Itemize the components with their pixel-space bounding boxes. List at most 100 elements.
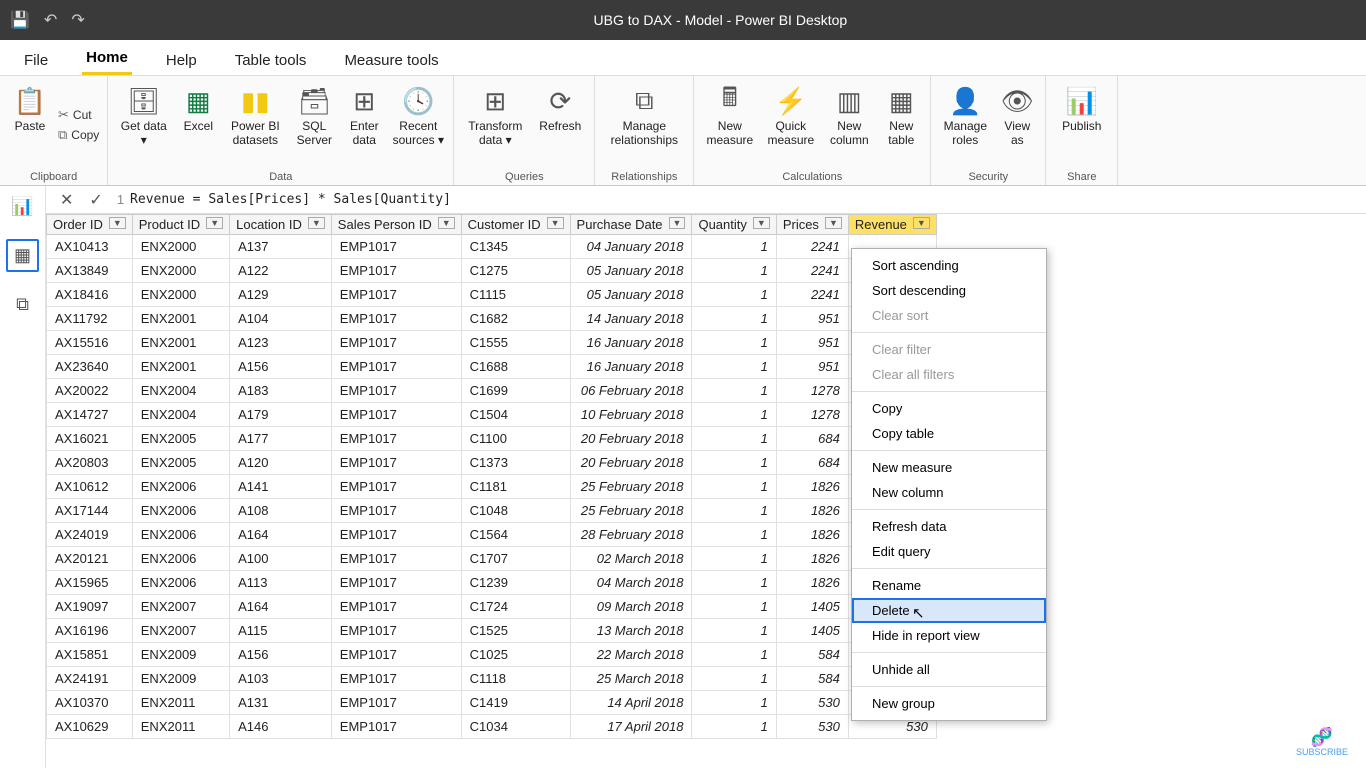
column-filter-dropdown[interactable]: ▼ [547,217,564,229]
table-cell[interactable]: 1278 [776,379,848,403]
table-cell[interactable]: A179 [230,403,332,427]
table-cell[interactable]: 584 [776,667,848,691]
table-cell[interactable]: ENX2009 [132,643,229,667]
table-cell[interactable]: AX20022 [47,379,133,403]
formula-text[interactable]: Revenue = Sales[Prices] * Sales[Quantity… [130,192,451,207]
column-filter-dropdown[interactable]: ▼ [206,217,223,229]
table-row[interactable]: AX16021ENX2005A177EMP1017C110020 Februar… [47,427,937,451]
table-cell[interactable]: A108 [230,499,332,523]
table-cell[interactable]: A100 [230,547,332,571]
table-cell[interactable]: A156 [230,355,332,379]
table-cell[interactable]: 1 [692,691,776,715]
context-menu-item[interactable]: Sort descending [852,278,1046,303]
table-row[interactable]: AX13849ENX2000A122EMP1017C127505 January… [47,259,937,283]
tab-file[interactable]: File [20,46,52,75]
redo-icon[interactable]: ↷ [71,10,84,30]
column-filter-dropdown[interactable]: ▼ [438,217,455,229]
table-row[interactable]: AX15965ENX2006A113EMP1017C123904 March 2… [47,571,937,595]
table-cell[interactable]: C1525 [461,619,570,643]
table-cell[interactable]: EMP1017 [331,547,461,571]
table-cell[interactable]: AX14727 [47,403,133,427]
table-cell[interactable]: 584 [776,643,848,667]
table-cell[interactable]: A123 [230,331,332,355]
context-menu-item[interactable]: New column [852,480,1046,505]
context-menu-item[interactable]: New measure [852,455,1046,480]
table-cell[interactable]: 22 March 2018 [570,643,692,667]
column-filter-dropdown[interactable]: ▼ [913,217,930,229]
table-cell[interactable]: 16 January 2018 [570,331,692,355]
table-cell[interactable]: AX20121 [47,547,133,571]
table-cell[interactable]: ENX2006 [132,523,229,547]
column-filter-dropdown[interactable]: ▼ [753,217,770,229]
table-cell[interactable]: 1 [692,451,776,475]
table-cell[interactable]: AX17144 [47,499,133,523]
context-menu-item[interactable]: Copy [852,396,1046,421]
table-cell[interactable]: EMP1017 [331,427,461,451]
table-row[interactable]: AX24019ENX2006A164EMP1017C156428 Februar… [47,523,937,547]
table-cell[interactable]: C1724 [461,595,570,619]
table-cell[interactable]: ENX2006 [132,475,229,499]
table-cell[interactable]: 1 [692,523,776,547]
table-cell[interactable]: 684 [776,451,848,475]
table-cell[interactable]: AX24019 [47,523,133,547]
table-cell[interactable]: C1275 [461,259,570,283]
table-row[interactable]: AX10370ENX2011A131EMP1017C141914 April 2… [47,691,937,715]
table-cell[interactable]: 1 [692,619,776,643]
table-cell[interactable]: A177 [230,427,332,451]
table-row[interactable]: AX17144ENX2006A108EMP1017C104825 Februar… [47,499,937,523]
column-header[interactable]: Quantity▼ [692,215,776,235]
table-cell[interactable]: 1 [692,355,776,379]
table-cell[interactable]: A129 [230,283,332,307]
table-cell[interactable]: AX10612 [47,475,133,499]
table-cell[interactable]: EMP1017 [331,307,461,331]
table-row[interactable]: AX16196ENX2007A115EMP1017C152513 March 2… [47,619,937,643]
context-menu-item[interactable]: New group [852,691,1046,716]
table-cell[interactable]: 951 [776,355,848,379]
table-cell[interactable]: C1115 [461,283,570,307]
table-cell[interactable]: ENX2011 [132,691,229,715]
table-cell[interactable]: ENX2006 [132,499,229,523]
table-cell[interactable]: ENX2001 [132,355,229,379]
table-cell[interactable]: A120 [230,451,332,475]
table-cell[interactable]: 20 February 2018 [570,451,692,475]
context-menu-item[interactable]: Edit query [852,539,1046,564]
table-cell[interactable]: EMP1017 [331,715,461,739]
table-cell[interactable]: AX10413 [47,235,133,259]
table-cell[interactable]: 1405 [776,619,848,643]
paste-button[interactable]: 📋Paste [8,80,52,169]
table-row[interactable]: AX24191ENX2009A103EMP1017C111825 March 2… [47,667,937,691]
table-cell[interactable]: 06 February 2018 [570,379,692,403]
table-row[interactable]: AX20121ENX2006A100EMP1017C170702 March 2… [47,547,937,571]
table-row[interactable]: AX10413ENX2000A137EMP1017C134504 January… [47,235,937,259]
report-view-icon[interactable]: 📊 [5,192,39,221]
table-cell[interactable]: AX13849 [47,259,133,283]
table-cell[interactable]: 1 [692,547,776,571]
table-cell[interactable]: C1504 [461,403,570,427]
table-cell[interactable]: 10 February 2018 [570,403,692,427]
table-cell[interactable]: C1555 [461,331,570,355]
table-cell[interactable]: ENX2001 [132,331,229,355]
table-cell[interactable]: 09 March 2018 [570,595,692,619]
column-header[interactable]: Prices▼ [776,215,848,235]
table-cell[interactable]: EMP1017 [331,259,461,283]
table-cell[interactable]: 1 [692,715,776,739]
table-cell[interactable]: EMP1017 [331,523,461,547]
quick-measure-button[interactable]: ⚡Quick measure [763,80,818,169]
table-cell[interactable]: C1034 [461,715,570,739]
table-cell[interactable]: AX15851 [47,643,133,667]
table-cell[interactable]: EMP1017 [331,499,461,523]
transform-data-button[interactable]: ⊞Transform data ▾ [462,80,528,169]
table-cell[interactable]: C1048 [461,499,570,523]
tab-help[interactable]: Help [162,46,201,75]
table-cell[interactable]: C1564 [461,523,570,547]
new-column-button[interactable]: ▥New column [824,80,874,169]
table-cell[interactable]: 1826 [776,523,848,547]
table-cell[interactable]: A156 [230,643,332,667]
table-cell[interactable]: 04 January 2018 [570,235,692,259]
table-row[interactable]: AX11792ENX2001A104EMP1017C168214 January… [47,307,937,331]
table-cell[interactable]: C1239 [461,571,570,595]
table-cell[interactable]: AX23640 [47,355,133,379]
context-menu-item[interactable]: Unhide all [852,657,1046,682]
table-cell[interactable]: AX20803 [47,451,133,475]
table-cell[interactable]: ENX2000 [132,283,229,307]
